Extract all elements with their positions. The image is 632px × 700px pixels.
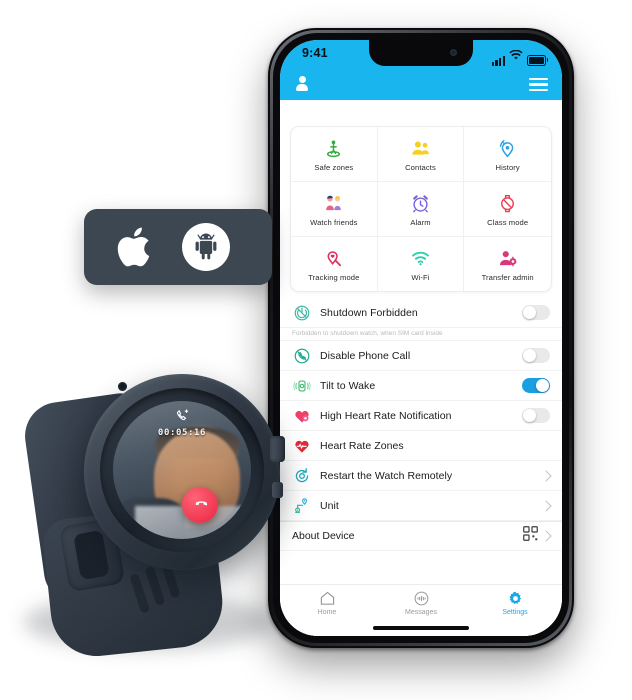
hamburger-menu-icon[interactable] — [529, 78, 548, 92]
setting-label: Unit — [320, 499, 339, 512]
end-call-button[interactable] — [182, 486, 218, 523]
feature-grid: Safe zones Contacts History Watch friend… — [290, 126, 552, 292]
video-call-icon — [113, 408, 251, 423]
grid-item-class-mode[interactable]: Class mode — [464, 182, 551, 237]
setting-label: Shutdown Forbidden — [320, 306, 418, 319]
watch-button-secondary[interactable] — [272, 482, 283, 498]
disable-phone-call-toggle[interactable] — [522, 347, 550, 364]
grid-item-watch-friends[interactable]: Watch friends — [291, 182, 378, 237]
smartphone-mockup: 9:41 Safe zones Contacts History Watch f… — [268, 28, 574, 648]
settings-screen-content: Safe zones Contacts History Watch friend… — [280, 100, 562, 636]
setting-label: Tilt to Wake — [320, 379, 376, 392]
alarm-clock-icon — [408, 191, 432, 215]
contacts-icon — [408, 136, 432, 160]
setting-row-heart-rate-zones[interactable]: Heart Rate Zones — [280, 431, 562, 461]
apple-logo-icon — [110, 222, 160, 272]
person-icon[interactable] — [296, 76, 308, 92]
grid-item-contacts[interactable]: Contacts — [377, 127, 465, 182]
grid-item-label: Transfer admin — [481, 273, 534, 282]
home-icon — [320, 591, 334, 605]
grid-item-label: Class mode — [487, 218, 529, 227]
unit-icon — [292, 496, 311, 515]
watch-camera-icon — [118, 382, 127, 391]
watch-screen-video-call: 00:05:16 — [113, 401, 251, 539]
tracking-mode-icon — [322, 246, 346, 270]
high-heart-rate-toggle[interactable] — [522, 407, 550, 424]
watch-crown[interactable] — [270, 436, 285, 462]
shutdown-forbidden-subtitle: Forbidden to shutdown watch, when SIM ca… — [280, 328, 562, 341]
status-time: 9:41 — [302, 46, 328, 60]
qr-code-icon[interactable] — [523, 526, 538, 546]
grid-item-label: Safe zones — [314, 163, 354, 172]
cellular-bars-icon — [491, 56, 505, 66]
grid-item-alarm[interactable]: Alarm — [377, 182, 465, 237]
setting-label: Heart Rate Zones — [320, 439, 404, 452]
front-camera-icon — [450, 49, 457, 56]
setting-label: Disable Phone Call — [320, 349, 411, 362]
chevron-right-icon — [540, 469, 552, 482]
grid-item-history[interactable]: History — [464, 127, 551, 182]
gear-icon — [508, 591, 521, 605]
tab-home[interactable]: Home — [280, 590, 374, 616]
about-device-label: About Device — [292, 530, 355, 542]
grid-item-label: Watch friends — [310, 218, 358, 227]
class-mode-icon — [496, 191, 520, 215]
heart-pulse-icon — [292, 436, 311, 455]
tab-label: Messages — [405, 609, 437, 616]
watch-friends-icon — [322, 191, 346, 215]
setting-label: Restart the Watch Remotely — [320, 469, 453, 482]
settings-list: Shutdown Forbidden Forbidden to shutdown… — [280, 298, 562, 551]
grid-item-label: Contacts — [405, 163, 436, 172]
restart-icon — [292, 466, 311, 485]
app-header-bar — [280, 70, 562, 100]
safe-zone-icon — [322, 136, 346, 160]
wifi-icon — [408, 246, 432, 270]
transfer-admin-icon — [496, 246, 520, 270]
grid-item-tracking-mode[interactable]: Tracking mode — [291, 237, 378, 291]
setting-row-tilt-to-wake[interactable]: Tilt to Wake — [280, 371, 562, 401]
setting-row-unit[interactable]: Unit — [280, 491, 562, 521]
heart-alert-icon — [292, 406, 311, 425]
watch-body: 00:05:16 — [84, 374, 285, 570]
setting-row-shutdown-forbidden[interactable]: Shutdown Forbidden — [280, 298, 562, 328]
setting-label: High Heart Rate Notification — [320, 409, 452, 422]
power-off-forbidden-icon — [292, 303, 311, 322]
setting-row-restart-watch-remotely[interactable]: Restart the Watch Remotely — [280, 461, 562, 491]
grid-item-wifi[interactable]: Wi-Fi — [378, 237, 465, 291]
battery-icon — [527, 55, 549, 66]
tilt-to-wake-icon — [292, 376, 311, 395]
chevron-right-icon — [540, 499, 552, 512]
chevron-right-icon — [540, 530, 552, 542]
phone-screen: 9:41 Safe zones Contacts History Watch f… — [280, 40, 562, 636]
call-timer: 00:05:16 — [157, 428, 207, 438]
grid-item-label: Alarm — [410, 218, 431, 227]
grid-item-label: Wi-Fi — [411, 273, 430, 282]
phone-notch — [369, 40, 473, 66]
tab-settings[interactable]: Settings — [468, 590, 562, 616]
tab-label: Home — [317, 609, 337, 616]
grid-item-safe-zones[interactable]: Safe zones — [291, 127, 378, 182]
android-robot-icon — [182, 223, 230, 271]
shutdown-forbidden-toggle[interactable] — [522, 304, 550, 321]
history-location-icon — [496, 136, 520, 160]
tab-label: Settings — [502, 609, 528, 616]
setting-row-disable-phone-call[interactable]: Disable Phone Call — [280, 341, 562, 371]
grid-item-transfer-admin[interactable]: Transfer admin — [464, 237, 551, 291]
tilt-to-wake-toggle[interactable] — [522, 377, 550, 394]
messages-icon — [414, 591, 428, 606]
home-indicator — [373, 626, 469, 630]
wifi-icon — [509, 48, 523, 66]
phone-disabled-icon — [292, 346, 311, 365]
grid-item-label: Tracking mode — [308, 273, 360, 282]
setting-row-about-device[interactable]: About Device — [280, 521, 562, 551]
setting-row-high-heart-rate-notification[interactable]: High Heart Rate Notification — [280, 401, 562, 431]
grid-item-label: History — [495, 163, 520, 172]
tab-messages[interactable]: Messages — [374, 590, 468, 616]
watch-bezel: 00:05:16 — [100, 388, 264, 552]
os-compatibility-badge — [84, 209, 272, 285]
kids-smartwatch-mockup: 00:05:16 — [6, 362, 294, 662]
